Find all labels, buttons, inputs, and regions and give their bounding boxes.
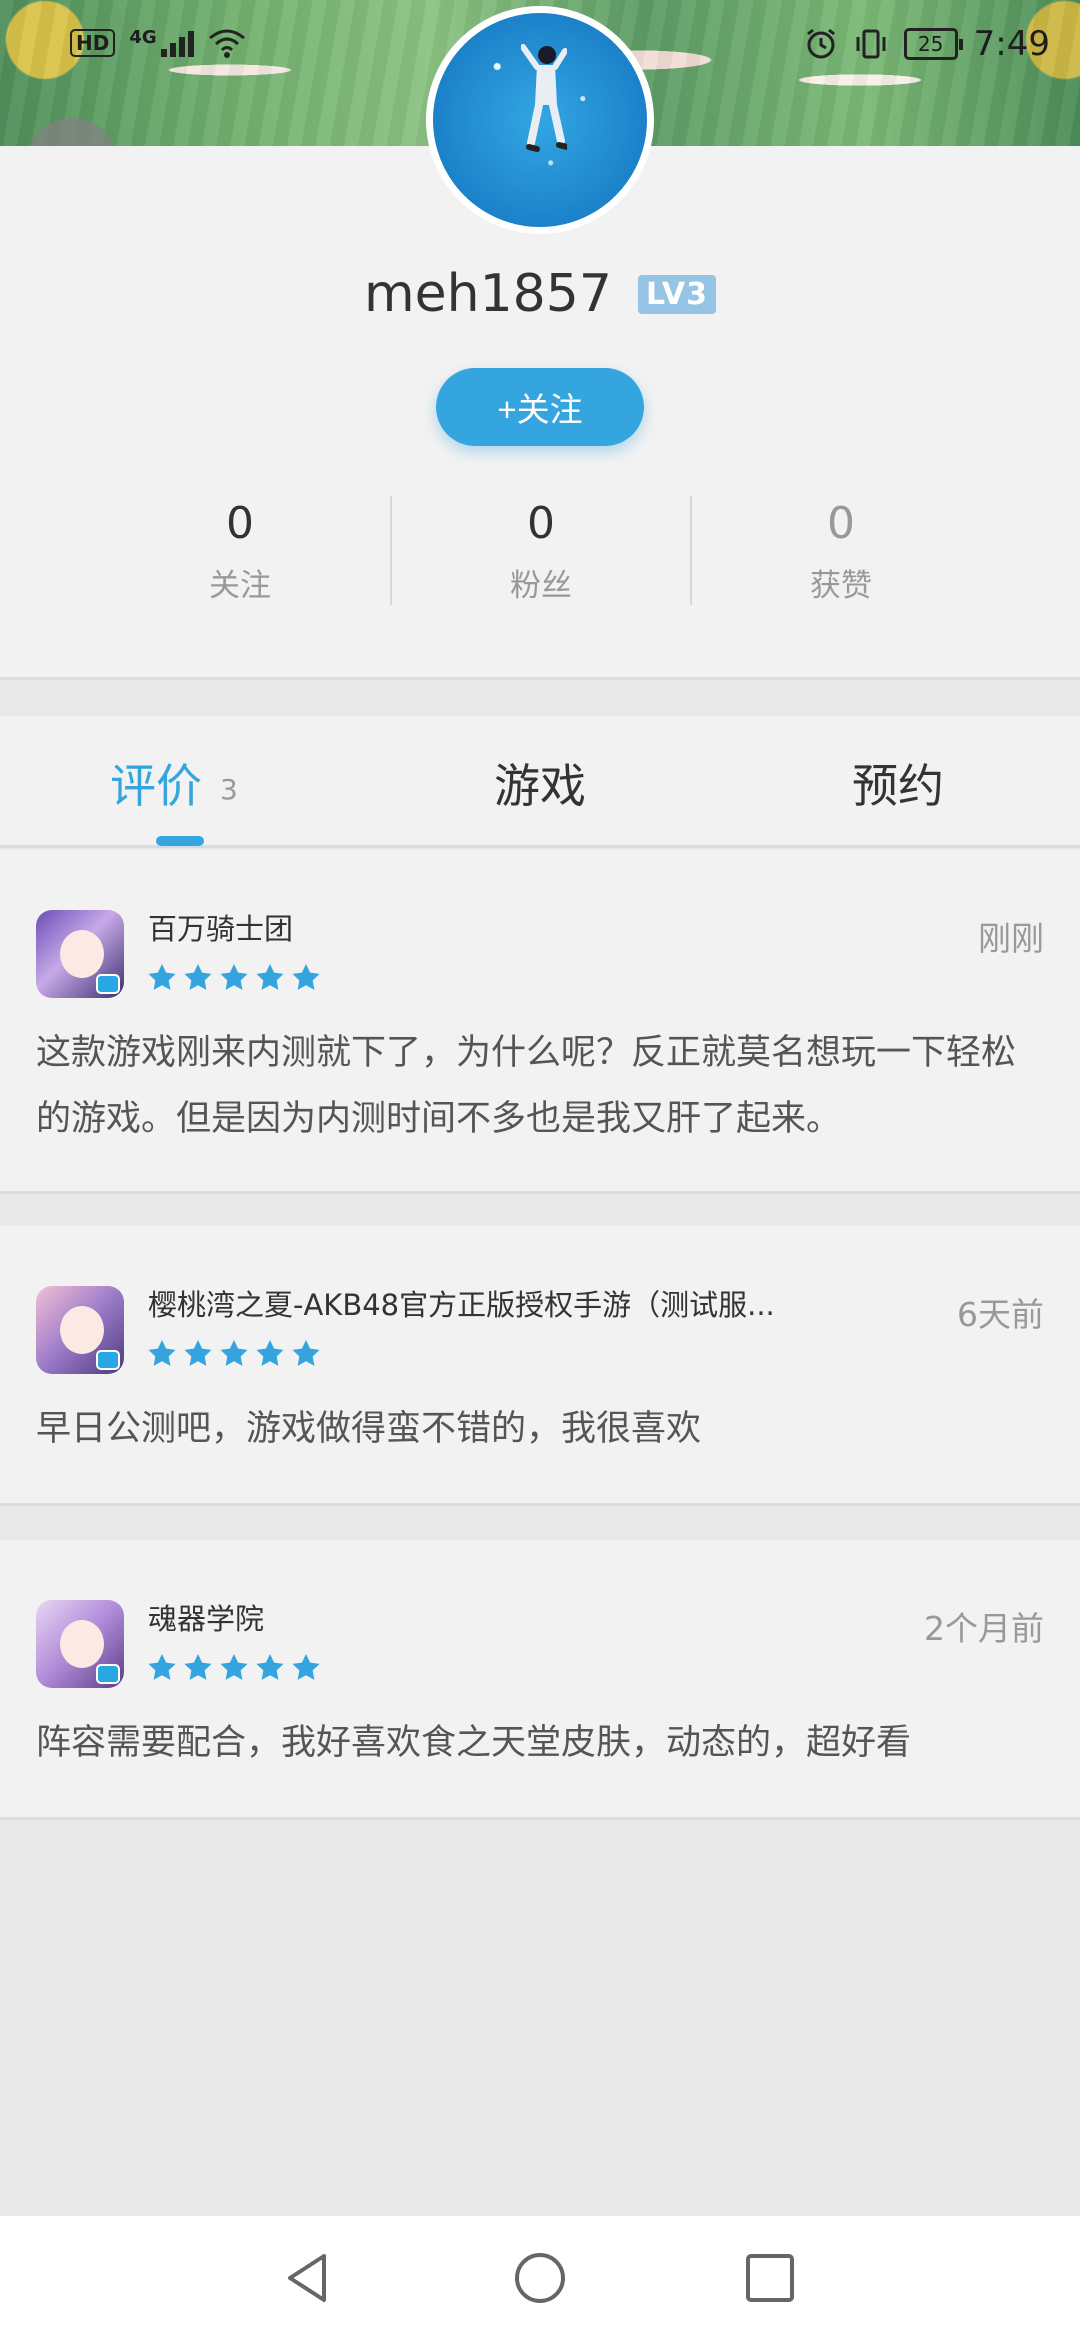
- avatar-figure: [521, 44, 567, 152]
- stat-value: 0: [527, 498, 555, 549]
- username-row: meh1857 LV3: [0, 264, 1080, 324]
- stat-followers[interactable]: 0 粉丝: [390, 496, 690, 605]
- star-icon: [292, 964, 320, 990]
- rating-stars: [146, 1338, 322, 1370]
- stat-likes[interactable]: 0 获赞: [690, 496, 990, 605]
- star-icon: [148, 1654, 176, 1680]
- battery-icon: 25: [903, 28, 963, 60]
- star-icon: [256, 1654, 284, 1680]
- tab-games[interactable]: 游戏: [494, 750, 586, 816]
- stat-label: 获赞: [810, 568, 872, 604]
- wifi-icon: [208, 29, 245, 58]
- tv-icon: [96, 1664, 120, 1684]
- rating-stars: [146, 962, 322, 994]
- stats-row: 0 关注 0 粉丝 0 获赞: [0, 496, 1080, 605]
- tab-active-indicator: [156, 836, 204, 846]
- tab-reviews-count: 3: [220, 773, 238, 806]
- tv-icon: [96, 1350, 120, 1370]
- game-name[interactable]: 樱桃湾之夏-AKB48官方正版授权手游（测试服...: [148, 1282, 775, 1324]
- stat-label: 关注: [209, 568, 271, 604]
- avatar[interactable]: [426, 6, 654, 234]
- rating-stars: [146, 1652, 322, 1684]
- game-icon[interactable]: [36, 910, 124, 998]
- game-icon[interactable]: [36, 1600, 124, 1688]
- stat-label: 粉丝: [510, 568, 572, 604]
- vibrate-icon: [856, 29, 886, 59]
- star-icon: [256, 964, 284, 990]
- star-icon: [220, 1340, 248, 1366]
- review-card[interactable]: 百万骑士团 刚刚 这款游戏刚来内测就下了，为什么呢？反正就莫名想玩一下轻松的游戏…: [0, 850, 1080, 1194]
- system-nav-bar: [0, 2216, 1080, 2340]
- square-recent-icon[interactable]: [742, 2250, 798, 2306]
- tv-icon: [96, 974, 120, 994]
- star-icon: [292, 1340, 320, 1366]
- follow-button[interactable]: +关注: [436, 368, 644, 446]
- star-icon: [292, 1654, 320, 1680]
- review-text: 早日公测吧，游戏做得蛮不错的，我很喜欢: [36, 1409, 702, 1449]
- review-text: 这款游戏刚来内测就下了，为什么呢？反正就莫名想玩一下轻松的游戏。但是因为内测时间…: [36, 1033, 1017, 1139]
- alarm-icon: [806, 28, 835, 59]
- tab-reservations[interactable]: 预约: [852, 750, 944, 816]
- review-time: 6天前: [957, 1295, 1044, 1334]
- triangle-back-icon[interactable]: [280, 2250, 336, 2306]
- tab-reviews-label: 评价: [110, 759, 202, 813]
- profile-tabs: 评价 3 游戏 预约: [0, 716, 1080, 848]
- status-bar-right: 25 7:49: [804, 24, 1050, 64]
- star-icon: [220, 1654, 248, 1680]
- game-name[interactable]: 魂器学院: [148, 1596, 264, 1638]
- signal-icon: [160, 29, 194, 57]
- review-time: 2个月前: [924, 1609, 1044, 1648]
- star-icon: [184, 1340, 212, 1366]
- hd-badge: HD: [70, 29, 116, 57]
- level-badge: LV3: [637, 274, 717, 314]
- tab-reviews[interactable]: 评价 3: [110, 750, 238, 816]
- stat-value: 0: [827, 498, 855, 549]
- user-profile-page: HD 4G 25 7:49 meh1857 LV3 +关注 0 关注 0 粉丝 …: [0, 0, 1080, 2340]
- review-card[interactable]: 魂器学院 2个月前 阵容需要配合，我好喜欢食之天堂皮肤，动态的，超好看: [0, 1540, 1080, 1820]
- game-name[interactable]: 百万骑士团: [148, 906, 293, 948]
- status-bar-left: HD 4G: [70, 26, 246, 58]
- review-time: 刚刚: [978, 919, 1044, 958]
- star-icon: [256, 1340, 284, 1366]
- circle-home-icon[interactable]: [512, 2250, 568, 2306]
- stat-value: 0: [226, 498, 254, 549]
- review-text: 阵容需要配合，我好喜欢食之天堂皮肤，动态的，超好看: [36, 1723, 912, 1763]
- star-icon: [220, 964, 248, 990]
- star-icon: [148, 964, 176, 990]
- star-icon: [148, 1340, 176, 1366]
- star-icon: [184, 964, 212, 990]
- review-card[interactable]: 樱桃湾之夏-AKB48官方正版授权手游（测试服... 6天前 早日公测吧，游戏做…: [0, 1226, 1080, 1506]
- network-type: 4G: [129, 26, 157, 48]
- clock: 7:49: [973, 24, 1050, 64]
- game-icon[interactable]: [36, 1286, 124, 1374]
- username: meh1857: [363, 264, 612, 324]
- star-icon: [184, 1654, 212, 1680]
- stat-following[interactable]: 0 关注: [90, 496, 390, 605]
